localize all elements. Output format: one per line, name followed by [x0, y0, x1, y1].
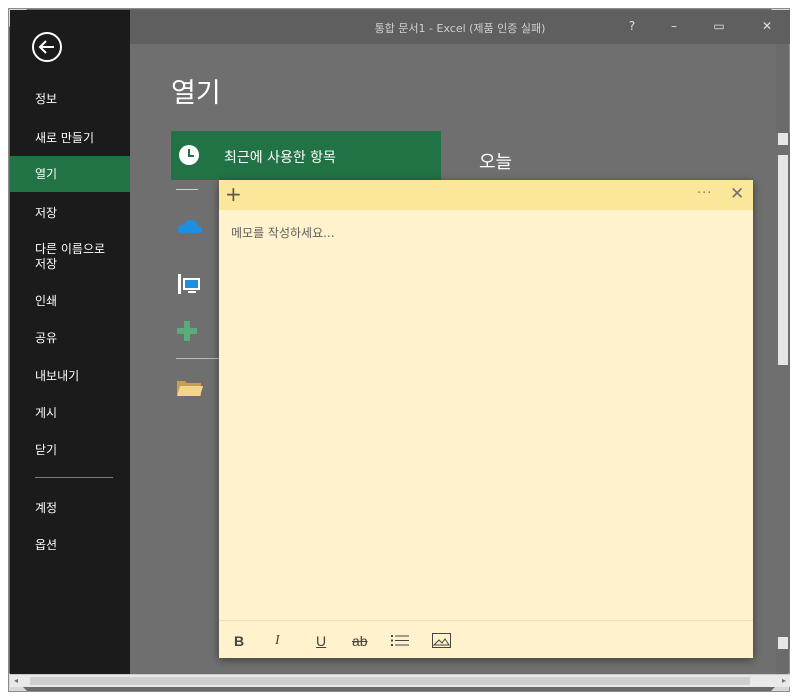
sidebar-item-open[interactable]: 열기	[10, 156, 130, 192]
location-divider-bottom	[176, 358, 220, 359]
location-divider-top	[176, 189, 198, 190]
section-header-today: 오늘	[479, 152, 513, 173]
minimize-button[interactable]: –	[662, 16, 686, 36]
close-window-button[interactable]: ✕	[755, 16, 779, 36]
scroll-right-button[interactable]: ▸	[778, 675, 790, 687]
sidebar-item-save[interactable]: 저장	[10, 206, 130, 221]
sidebar-divider	[35, 477, 113, 478]
window-title: 통합 문서1 - Excel (제품 인증 실패)	[374, 22, 546, 35]
onedrive-cloud-icon[interactable]	[176, 217, 204, 235]
location-recent[interactable]: 최근에 사용한 항목	[171, 131, 441, 180]
bullet-list-icon[interactable]	[391, 634, 409, 647]
title-bar: 통합 문서1 - Excel (제품 인증 실패) ? – ▭ ✕	[130, 10, 790, 44]
browse-folder-icon[interactable]	[176, 377, 204, 399]
vertical-scrollbar[interactable]	[776, 133, 790, 649]
close-note-button[interactable]: ✕	[730, 184, 744, 204]
more-options-button[interactable]: ···	[697, 186, 712, 201]
bold-button[interactable]: B	[234, 633, 244, 649]
restore-button[interactable]: ▭	[707, 16, 731, 36]
sticky-note-header: + ··· ✕	[219, 180, 753, 210]
note-text-input[interactable]	[231, 224, 731, 604]
add-place-icon[interactable]	[176, 320, 198, 342]
scroll-up-button[interactable]	[778, 133, 788, 145]
sidebar-item-export[interactable]: 내보내기	[10, 369, 130, 384]
sidebar-item-options[interactable]: 옵션	[10, 538, 130, 553]
strikethrough-button[interactable]: ab	[352, 633, 368, 649]
help-button[interactable]: ?	[620, 16, 644, 36]
back-arrow-icon	[38, 40, 54, 54]
sidebar-item-close[interactable]: 닫기	[10, 443, 130, 458]
sidebar-item-share[interactable]: 공유	[10, 331, 130, 346]
sidebar-item-new[interactable]: 새로 만들기	[10, 131, 130, 146]
underline-button[interactable]: U	[316, 633, 326, 649]
this-pc-icon[interactable]	[176, 272, 202, 298]
sticky-note-window: + ··· ✕ B I U ab	[219, 180, 753, 658]
page-title: 열기	[171, 78, 221, 109]
scroll-down-button[interactable]	[778, 637, 788, 649]
scroll-left-button[interactable]: ◂	[10, 675, 22, 687]
back-button[interactable]	[32, 32, 62, 62]
backstage-sidebar: 정보 새로 만들기 열기 저장 다른 이름으로 저장 인쇄 공유 내보내기 게시…	[10, 10, 130, 674]
note-format-toolbar: B I U ab	[219, 620, 753, 659]
sidebar-item-save-as[interactable]: 다른 이름으로 저장	[10, 242, 130, 272]
horizontal-scroll-thumb[interactable]	[30, 677, 750, 685]
vertical-scroll-thumb[interactable]	[778, 155, 788, 365]
clock-icon	[179, 145, 199, 165]
horizontal-scrollbar[interactable]: ◂ ▸	[10, 674, 790, 687]
sidebar-item-account[interactable]: 계정	[10, 501, 130, 516]
italic-button[interactable]: I	[275, 633, 280, 649]
sidebar-item-info[interactable]: 정보	[10, 92, 130, 107]
sidebar-item-print[interactable]: 인쇄	[10, 294, 130, 309]
location-recent-label: 최근에 사용한 항목	[224, 150, 336, 166]
insert-image-icon[interactable]	[432, 633, 451, 648]
new-note-button[interactable]: +	[225, 183, 242, 205]
sidebar-item-publish[interactable]: 게시	[10, 406, 130, 421]
